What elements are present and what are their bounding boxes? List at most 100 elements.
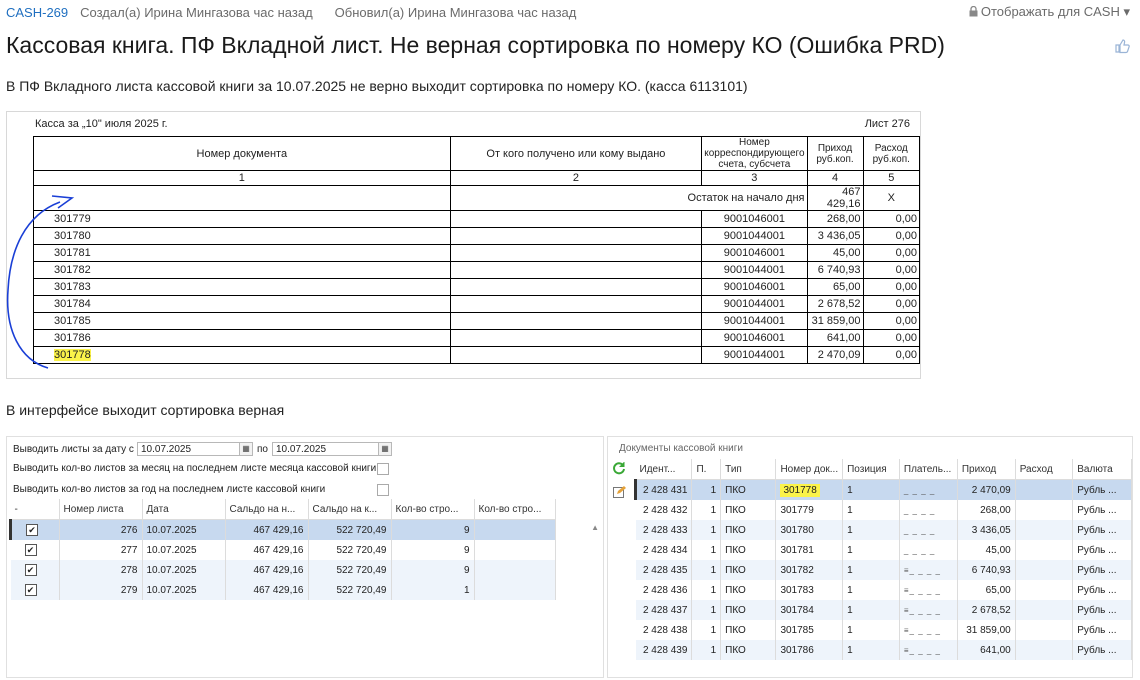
updated-info: Обновил(а) Ирина Мингазова час назад xyxy=(334,4,577,20)
sheet-number-cell: 279 xyxy=(59,580,143,600)
date-to-field[interactable]: 10.07.2025 ▦ xyxy=(272,442,392,456)
sheet-number-cell: 276 xyxy=(59,519,143,540)
payer-cell: _ _ _ _ xyxy=(899,479,958,500)
col-header[interactable]: Кол-во стро... xyxy=(391,499,475,520)
row-select-cell[interactable]: ✔ xyxy=(10,540,60,560)
option-month-checkbox[interactable] xyxy=(377,463,389,475)
expense-cell: 0,00 xyxy=(862,295,921,313)
id-cell: 2 428 438 xyxy=(635,620,693,640)
position-cell: 1 xyxy=(842,640,900,660)
id-cell: 2 428 435 xyxy=(635,560,693,580)
document-row[interactable]: 2 428 434 1 ПКО 301781 1 _ _ _ _ 45,00 Рубль ..… xyxy=(635,540,1132,560)
document-row[interactable]: 2 428 437 1 ПКО 301784 1 ≡_ _ _ _ 2 678,52 Рубл… xyxy=(635,600,1132,620)
col-header[interactable]: Валюта xyxy=(1072,459,1132,480)
income-cell: 268,00 xyxy=(957,500,1016,520)
edit-icon[interactable] xyxy=(613,485,626,503)
col-header[interactable]: Сальдо на к... xyxy=(308,499,392,520)
payer-cell: ≡_ _ _ _ xyxy=(899,580,958,600)
document-row[interactable]: 2 428 432 1 ПКО 301779 1 _ _ _ _ 268,00 Рубль .… xyxy=(635,500,1132,520)
row-select-cell[interactable]: ✔ xyxy=(10,580,60,600)
col-header[interactable]: Идент... xyxy=(635,459,693,480)
payer-cell: _ _ _ _ xyxy=(899,500,958,520)
opening-balance-label: Остаток на начало дня xyxy=(449,185,808,211)
row-select-cell[interactable]: ✔ xyxy=(10,560,60,580)
row-select-cell[interactable]: ✔ xyxy=(9,519,60,540)
doc-number-value: 301780 xyxy=(780,524,814,536)
currency-cell: Рубль ... xyxy=(1072,640,1132,660)
id-cell: 2 428 434 xyxy=(635,540,693,560)
date-cell: 10.07.2025 xyxy=(142,580,226,600)
refresh-icon[interactable] xyxy=(612,461,626,480)
opening-balance-x: X xyxy=(862,185,921,211)
account-cell: 9001044001 xyxy=(701,227,808,245)
check-icon[interactable]: ✔ xyxy=(24,584,37,596)
date-cell: 10.07.2025 xyxy=(142,560,226,580)
check-icon[interactable]: ✔ xyxy=(24,544,37,556)
rows-count-cell-2 xyxy=(474,519,556,540)
doc-number-cell: 301780 xyxy=(775,520,844,540)
check-icon[interactable]: ✔ xyxy=(26,524,38,536)
document-row[interactable]: 2 428 438 1 ПКО 301785 1 ≡_ _ _ _ 31 859,00 Руб… xyxy=(635,620,1132,640)
col-header[interactable]: Тип xyxy=(720,459,777,480)
sheet-row[interactable]: ✔ 276 10.07.2025 467 429,16 522 720,49 9 xyxy=(9,519,556,540)
scroll-up-icon[interactable]: ▲ xyxy=(591,523,599,532)
position-cell: 1 xyxy=(842,580,900,600)
income-cell: 45,00 xyxy=(957,540,1016,560)
rows-count-cell: 9 xyxy=(391,540,475,560)
col-header[interactable]: Платель... xyxy=(899,459,958,480)
check-icon[interactable]: ✔ xyxy=(24,564,37,576)
doc-number-value: 301782 xyxy=(780,564,814,576)
calendar-icon[interactable]: ▦ xyxy=(378,443,391,455)
col-header[interactable]: П. xyxy=(691,459,722,480)
visibility-label: Отображать для CASH xyxy=(980,4,1120,19)
doc-number-value: 301786 xyxy=(780,644,814,656)
expense-cell xyxy=(1015,600,1074,620)
rows-count-cell-2 xyxy=(474,580,556,600)
id-cell: 2 428 431 xyxy=(633,479,693,500)
col-header[interactable]: Расход xyxy=(1015,459,1074,480)
income-cell: 31 859,00 xyxy=(957,620,1016,640)
calendar-icon[interactable]: ▦ xyxy=(239,443,252,455)
document-row[interactable]: 2 428 435 1 ПКО 301782 1 ≡_ _ _ _ 6 740,93 Рубл… xyxy=(635,560,1132,580)
date-to-label: по xyxy=(257,444,268,455)
doc-number-cell: 301778 xyxy=(775,479,844,500)
payer-cell xyxy=(449,227,703,245)
account-cell: 9001044001 xyxy=(701,261,808,279)
date-from-field[interactable]: 10.07.2025 ▦ xyxy=(137,442,253,456)
col-header[interactable]: Кол-во стро... xyxy=(474,499,556,520)
document-row[interactable]: 2 428 439 1 ПКО 301786 1 ≡_ _ _ _ 641,00 Рубль … xyxy=(635,640,1132,660)
col-num: 4 xyxy=(806,170,864,186)
income-cell: 641,00 xyxy=(806,329,864,347)
sheet-row[interactable]: ✔ 279 10.07.2025 467 429,16 522 720,49 1 xyxy=(10,580,556,600)
document-row[interactable]: 2 428 436 1 ПКО 301783 1 ≡_ _ _ _ 65,00 Рубль .… xyxy=(635,580,1132,600)
doc-number-value: 301778 xyxy=(780,483,820,497)
payer-value: ≡_ _ _ _ xyxy=(903,585,942,595)
col-header[interactable]: Позиция xyxy=(842,459,900,480)
payer-value: ≡_ _ _ _ xyxy=(903,565,942,575)
currency-cell: Рубль ... xyxy=(1072,620,1132,640)
col-header[interactable]: - xyxy=(10,499,60,520)
col-header[interactable]: Приход xyxy=(957,459,1016,480)
p-cell: 1 xyxy=(691,640,722,660)
sheet-row[interactable]: ✔ 278 10.07.2025 467 429,16 522 720,49 9 xyxy=(10,560,556,580)
payer-value: _ _ _ _ xyxy=(903,485,936,495)
col-header[interactable]: Номер док... xyxy=(775,459,844,480)
issue-key-link[interactable]: CASH-269 xyxy=(6,5,68,20)
account-cell: 9001044001 xyxy=(701,295,808,313)
col-header[interactable]: Сальдо на н... xyxy=(225,499,309,520)
col-num: 2 xyxy=(449,170,703,186)
payer-cell xyxy=(449,210,703,228)
document-row[interactable]: 2 428 433 1 ПКО 301780 1 _ _ _ _ 3 436,05 Рубль… xyxy=(635,520,1132,540)
expense-cell xyxy=(1015,500,1074,520)
payer-cell: ≡_ _ _ _ xyxy=(899,620,958,640)
col-header[interactable]: Номер листа xyxy=(59,499,143,520)
col-header[interactable]: Дата xyxy=(142,499,226,520)
visibility-dropdown[interactable]: Отображать для CASH ▾ xyxy=(969,4,1130,20)
expense-cell: 0,00 xyxy=(862,244,921,262)
document-row[interactable]: 2 428 431 1 ПКО 301778 1 _ _ _ _ 2 470,09 Рубль… xyxy=(633,479,1132,500)
account-cell: 9001046001 xyxy=(701,210,808,228)
col-num: 5 xyxy=(862,170,921,186)
option-year-checkbox[interactable] xyxy=(377,484,389,496)
sheet-row[interactable]: ✔ 277 10.07.2025 467 429,16 522 720,49 9 xyxy=(10,540,556,560)
thumbs-up-icon[interactable] xyxy=(1114,38,1130,59)
